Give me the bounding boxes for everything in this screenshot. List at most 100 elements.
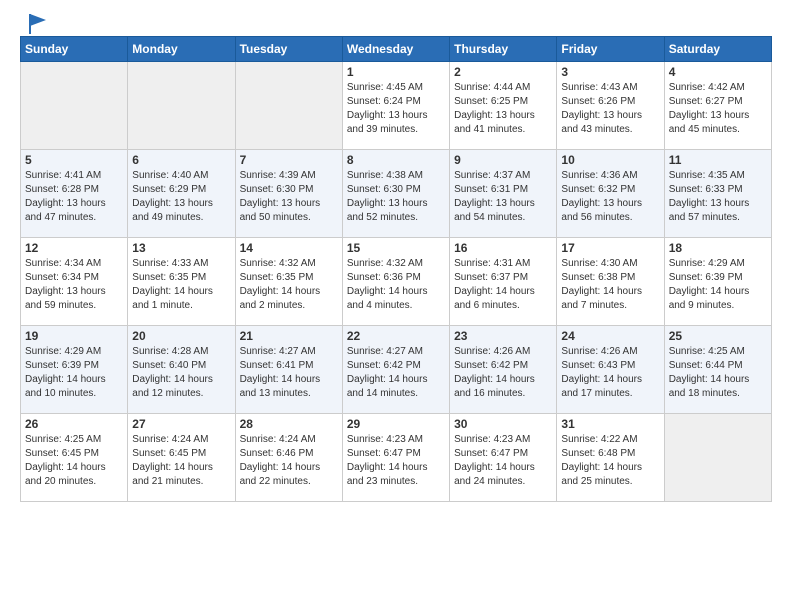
- calendar-cell: 25Sunrise: 4:25 AM Sunset: 6:44 PM Dayli…: [664, 326, 771, 414]
- calendar-cell: 8Sunrise: 4:38 AM Sunset: 6:30 PM Daylig…: [342, 150, 449, 238]
- day-number: 11: [669, 153, 767, 167]
- calendar-cell: [235, 62, 342, 150]
- day-info: Sunrise: 4:39 AM Sunset: 6:30 PM Dayligh…: [240, 169, 338, 225]
- calendar-cell: 7Sunrise: 4:39 AM Sunset: 6:30 PM Daylig…: [235, 150, 342, 238]
- day-info: Sunrise: 4:35 AM Sunset: 6:33 PM Dayligh…: [669, 169, 767, 225]
- day-number: 16: [454, 241, 552, 255]
- day-number: 18: [669, 241, 767, 255]
- calendar-cell: 12 Sunrise: 4:34 AM Sunset: 6:34 PM Dayli…: [21, 238, 128, 326]
- calendar-cell: 9 Sunrise: 4:37 AM Sunset: 6:31 PM Daylig…: [450, 150, 557, 238]
- calendar-cell: 26 Sunrise: 4:25 AM Sunset: 6:45 PM Dayli…: [21, 414, 128, 502]
- day-number: 17: [561, 241, 659, 255]
- day-number: 19: [25, 329, 123, 343]
- weekday-header-monday: Monday: [128, 37, 235, 62]
- calendar-week-row: 19 Sunrise: 4:29 AM Sunset: 6:39 PM Dayli…: [21, 326, 772, 414]
- calendar-cell: 14 Sunrise: 4:32 AM Sunset: 6:35 PM Dayli…: [235, 238, 342, 326]
- day-info: Sunrise: 4:24 AM Sunset: 6:46 PM Dayligh…: [240, 433, 338, 489]
- day-info: Sunrise: 4:25 AM Sunset: 6:45 PM Dayligh…: [25, 433, 123, 489]
- day-number: 24: [561, 329, 659, 343]
- day-info: Sunrise: 4:43 AM Sunset: 6:26 PM Dayligh…: [561, 81, 659, 137]
- day-number: 30: [454, 417, 552, 431]
- weekday-header-thursday: Thursday: [450, 37, 557, 62]
- logo: [20, 16, 48, 30]
- day-number: 12: [25, 241, 123, 255]
- calendar-cell: [21, 62, 128, 150]
- calendar-cell: 31 Sunrise: 4:22 AM Sunset: 6:48 PM Dayli…: [557, 414, 664, 502]
- day-info: Sunrise: 4:28 AM Sunset: 6:40 PM Dayligh…: [132, 345, 230, 401]
- calendar-cell: 4 Sunrise: 4:42 AM Sunset: 6:27 PM Daylig…: [664, 62, 771, 150]
- day-info: Sunrise: 4:32 AM Sunset: 6:36 PM Dayligh…: [347, 257, 445, 313]
- calendar-cell: 29Sunrise: 4:23 AM Sunset: 6:47 PM Dayli…: [342, 414, 449, 502]
- day-info: Sunrise: 4:22 AM Sunset: 6:48 PM Dayligh…: [561, 433, 659, 489]
- day-number: 9: [454, 153, 552, 167]
- day-info: Sunrise: 4:24 AM Sunset: 6:45 PM Dayligh…: [132, 433, 230, 489]
- day-number: 13: [132, 241, 230, 255]
- day-info: Sunrise: 4:29 AM Sunset: 6:39 PM Dayligh…: [25, 345, 123, 401]
- day-number: 31: [561, 417, 659, 431]
- weekday-header-tuesday: Tuesday: [235, 37, 342, 62]
- day-info: Sunrise: 4:27 AM Sunset: 6:41 PM Dayligh…: [240, 345, 338, 401]
- day-info: Sunrise: 4:26 AM Sunset: 6:43 PM Dayligh…: [561, 345, 659, 401]
- day-number: 22: [347, 329, 445, 343]
- calendar-cell: 5 Sunrise: 4:41 AM Sunset: 6:28 PM Daylig…: [21, 150, 128, 238]
- calendar-cell: 20 Sunrise: 4:28 AM Sunset: 6:40 PM Dayli…: [128, 326, 235, 414]
- day-number: 6: [132, 153, 230, 167]
- day-info: Sunrise: 4:44 AM Sunset: 6:25 PM Dayligh…: [454, 81, 552, 137]
- day-number: 10: [561, 153, 659, 167]
- day-number: 8: [347, 153, 445, 167]
- day-info: Sunrise: 4:42 AM Sunset: 6:27 PM Dayligh…: [669, 81, 767, 137]
- calendar-cell: 10Sunrise: 4:36 AM Sunset: 6:32 PM Dayli…: [557, 150, 664, 238]
- calendar-cell: 30 Sunrise: 4:23 AM Sunset: 6:47 PM Dayli…: [450, 414, 557, 502]
- calendar-cell: 21 Sunrise: 4:27 AM Sunset: 6:41 PM Dayli…: [235, 326, 342, 414]
- calendar-cell: 24 Sunrise: 4:26 AM Sunset: 6:43 PM Dayli…: [557, 326, 664, 414]
- calendar-week-row: 26 Sunrise: 4:25 AM Sunset: 6:45 PM Dayli…: [21, 414, 772, 502]
- day-number: 20: [132, 329, 230, 343]
- calendar-cell: 28 Sunrise: 4:24 AM Sunset: 6:46 PM Dayli…: [235, 414, 342, 502]
- calendar-cell: 17 Sunrise: 4:30 AM Sunset: 6:38 PM Dayli…: [557, 238, 664, 326]
- calendar-week-row: 12 Sunrise: 4:34 AM Sunset: 6:34 PM Dayli…: [21, 238, 772, 326]
- day-info: Sunrise: 4:26 AM Sunset: 6:42 PM Dayligh…: [454, 345, 552, 401]
- calendar-cell: [664, 414, 771, 502]
- day-info: Sunrise: 4:45 AM Sunset: 6:24 PM Dayligh…: [347, 81, 445, 137]
- day-info: Sunrise: 4:29 AM Sunset: 6:39 PM Dayligh…: [669, 257, 767, 313]
- calendar-cell: 15 Sunrise: 4:32 AM Sunset: 6:36 PM Dayli…: [342, 238, 449, 326]
- day-number: 21: [240, 329, 338, 343]
- day-info: Sunrise: 4:41 AM Sunset: 6:28 PM Dayligh…: [25, 169, 123, 225]
- day-number: 1: [347, 65, 445, 79]
- header: [20, 16, 772, 30]
- day-info: Sunrise: 4:40 AM Sunset: 6:29 PM Dayligh…: [132, 169, 230, 225]
- calendar-table: SundayMondayTuesdayWednesdayThursdayFrid…: [20, 36, 772, 502]
- calendar-week-row: 5 Sunrise: 4:41 AM Sunset: 6:28 PM Daylig…: [21, 150, 772, 238]
- day-info: Sunrise: 4:23 AM Sunset: 6:47 PM Dayligh…: [454, 433, 552, 489]
- calendar-cell: 3 Sunrise: 4:43 AM Sunset: 6:26 PM Daylig…: [557, 62, 664, 150]
- calendar-cell: 1 Sunrise: 4:45 AM Sunset: 6:24 PM Daylig…: [342, 62, 449, 150]
- calendar-cell: 27 Sunrise: 4:24 AM Sunset: 6:45 PM Dayli…: [128, 414, 235, 502]
- calendar-cell: 2Sunrise: 4:44 AM Sunset: 6:25 PM Daylig…: [450, 62, 557, 150]
- day-info: Sunrise: 4:23 AM Sunset: 6:47 PM Dayligh…: [347, 433, 445, 489]
- day-number: 4: [669, 65, 767, 79]
- weekday-header-saturday: Saturday: [664, 37, 771, 62]
- calendar-cell: 6 Sunrise: 4:40 AM Sunset: 6:29 PM Daylig…: [128, 150, 235, 238]
- day-info: Sunrise: 4:32 AM Sunset: 6:35 PM Dayligh…: [240, 257, 338, 313]
- weekday-header-sunday: Sunday: [21, 37, 128, 62]
- page: SundayMondayTuesdayWednesdayThursdayFrid…: [0, 0, 792, 612]
- day-number: 23: [454, 329, 552, 343]
- day-number: 3: [561, 65, 659, 79]
- weekday-header-wednesday: Wednesday: [342, 37, 449, 62]
- day-number: 27: [132, 417, 230, 431]
- day-info: Sunrise: 4:34 AM Sunset: 6:34 PM Dayligh…: [25, 257, 123, 313]
- calendar-cell: 16Sunrise: 4:31 AM Sunset: 6:37 PM Dayli…: [450, 238, 557, 326]
- day-number: 28: [240, 417, 338, 431]
- day-number: 15: [347, 241, 445, 255]
- day-info: Sunrise: 4:25 AM Sunset: 6:44 PM Dayligh…: [669, 345, 767, 401]
- calendar-cell: 11 Sunrise: 4:35 AM Sunset: 6:33 PM Dayli…: [664, 150, 771, 238]
- day-info: Sunrise: 4:33 AM Sunset: 6:35 PM Dayligh…: [132, 257, 230, 313]
- calendar-cell: 18 Sunrise: 4:29 AM Sunset: 6:39 PM Dayli…: [664, 238, 771, 326]
- day-info: Sunrise: 4:30 AM Sunset: 6:38 PM Dayligh…: [561, 257, 659, 313]
- calendar-cell: 22Sunrise: 4:27 AM Sunset: 6:42 PM Dayli…: [342, 326, 449, 414]
- day-number: 14: [240, 241, 338, 255]
- day-number: 26: [25, 417, 123, 431]
- day-info: Sunrise: 4:37 AM Sunset: 6:31 PM Dayligh…: [454, 169, 552, 225]
- day-number: 5: [25, 153, 123, 167]
- weekday-header-row: SundayMondayTuesdayWednesdayThursdayFrid…: [21, 37, 772, 62]
